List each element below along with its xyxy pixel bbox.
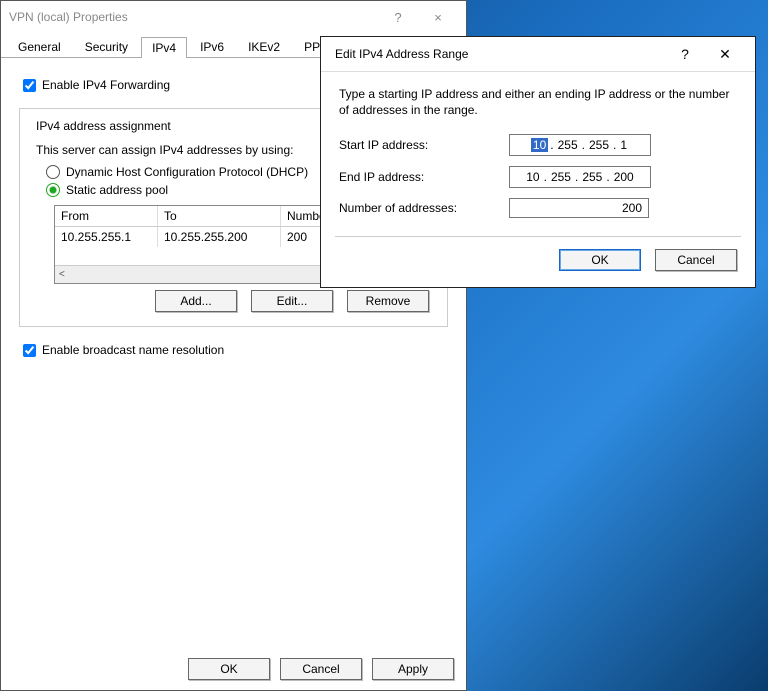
properties-apply-button[interactable]: Apply [372,658,454,680]
start-ip-o1[interactable]: 10 [531,138,548,152]
radio-dhcp-label: Dynamic Host Configuration Protocol (DHC… [66,165,308,179]
enable-forwarding-label: Enable IPv4 Forwarding [42,78,170,92]
edit-button[interactable]: Edit... [251,290,333,312]
enable-forwarding-checkbox[interactable] [23,79,36,92]
scroll-left-icon[interactable]: < [59,269,65,280]
dialog-ok-button[interactable]: OK [559,249,641,271]
enable-broadcast-checkbox[interactable] [23,344,36,357]
end-ip-o1[interactable]: 10 [524,170,541,184]
end-ip-o4[interactable]: 200 [612,170,636,184]
add-button[interactable]: Add... [155,290,237,312]
start-ip-o3[interactable]: 255 [587,138,611,152]
start-ip-o2[interactable]: 255 [556,138,580,152]
dialog-title: Edit IPv4 Address Range [335,47,665,61]
properties-ok-button[interactable]: OK [188,658,270,680]
start-ip-input[interactable]: 10 . 255 . 255 . 1 [509,134,651,156]
cell-to: 10.255.255.200 [158,227,281,247]
enable-broadcast-row: Enable broadcast name resolution [23,343,448,357]
end-ip-input[interactable]: 10 . 255 . 255 . 200 [509,166,651,188]
number-row: Number of addresses: [339,198,737,218]
enable-broadcast-label: Enable broadcast name resolution [42,343,224,357]
properties-bottom-buttons: OK Cancel Apply [188,658,454,680]
close-icon[interactable]: × [418,10,458,25]
pool-button-row: Add... Edit... Remove [32,290,429,312]
edit-range-dialog: Edit IPv4 Address Range ? ✕ Type a start… [320,36,756,288]
tab-general[interactable]: General [7,36,72,57]
tab-ipv6[interactable]: IPv6 [189,36,235,57]
help-icon[interactable]: ? [378,10,418,25]
dialog-separator [335,236,741,237]
number-input[interactable] [509,198,649,218]
dialog-close-icon[interactable]: ✕ [705,46,745,63]
number-label: Number of addresses: [339,201,509,215]
dialog-description: Type a starting IP address and either an… [339,86,737,118]
radio-static-icon [46,183,60,197]
group-title: IPv4 address assignment [32,119,175,133]
dialog-titlebar: Edit IPv4 Address Range ? ✕ [321,37,755,72]
radio-dhcp-icon [46,165,60,179]
cell-from: 10.255.255.1 [55,227,158,247]
tab-ipv4[interactable]: IPv4 [141,37,187,58]
dialog-button-row: OK Cancel [339,249,737,271]
tab-ikev2[interactable]: IKEv2 [237,36,291,57]
end-ip-row: End IP address: 10 . 255 . 255 . 200 [339,166,737,188]
properties-cancel-button[interactable]: Cancel [280,658,362,680]
tab-security[interactable]: Security [74,36,139,57]
header-from[interactable]: From [55,206,158,226]
dialog-help-icon[interactable]: ? [665,46,705,62]
end-ip-o2[interactable]: 255 [549,170,573,184]
end-ip-o3[interactable]: 255 [580,170,604,184]
properties-title: VPN (local) Properties [9,10,378,24]
start-ip-o4[interactable]: 1 [618,138,629,152]
dialog-body: Type a starting IP address and either an… [321,72,755,287]
end-ip-label: End IP address: [339,170,509,184]
radio-static-label: Static address pool [66,183,168,197]
properties-titlebar: VPN (local) Properties ? × [1,1,466,33]
start-ip-label: Start IP address: [339,138,509,152]
dialog-cancel-button[interactable]: Cancel [655,249,737,271]
remove-button[interactable]: Remove [347,290,429,312]
start-ip-row: Start IP address: 10 . 255 . 255 . 1 [339,134,737,156]
header-to[interactable]: To [158,206,281,226]
